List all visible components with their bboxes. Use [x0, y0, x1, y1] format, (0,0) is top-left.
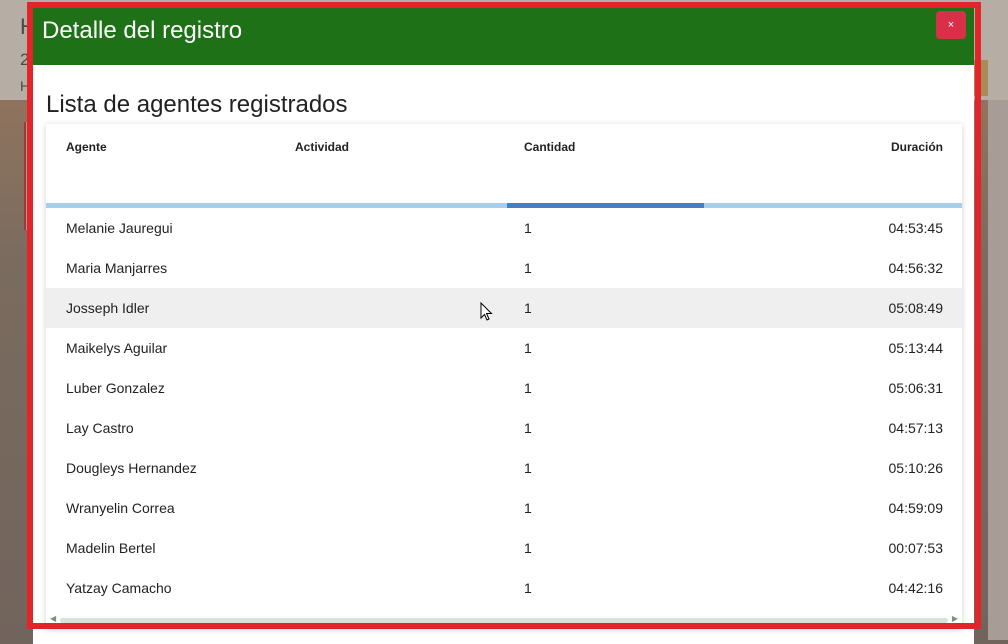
cell-duracion: 04:53:45	[888, 220, 944, 236]
cell-cantidad: 1	[524, 420, 532, 436]
table-row[interactable]: Lay Castro 1 04:57:13	[46, 408, 962, 448]
mouse-cursor-icon	[480, 302, 493, 321]
table-body: Melanie Jauregui 1 04:53:45 Maria Manjar…	[46, 208, 962, 608]
cell-cantidad: 1	[524, 260, 532, 276]
modal-header: Detalle del registro ×	[33, 7, 974, 65]
table-row[interactable]: Luber Gonzalez 1 05:06:31	[46, 368, 962, 408]
cell-duracion: 04:57:13	[888, 420, 944, 436]
modal-title: Detalle del registro	[42, 17, 243, 44]
cell-agente: Maikelys Aguilar	[66, 340, 168, 356]
table-row[interactable]: Yatzay Camacho 1 04:42:16	[46, 568, 962, 608]
cell-cantidad: 1	[524, 300, 532, 316]
table-row[interactable]: Maikelys Aguilar 1 05:13:44	[46, 328, 962, 368]
cell-agente: Madelin Bertel	[66, 540, 156, 556]
cell-cantidad: 1	[524, 580, 532, 596]
cell-duracion: 04:59:09	[888, 500, 944, 516]
agents-table: Agente Actividad Cantidad Duración Melan…	[46, 124, 962, 629]
cell-duracion: 05:13:44	[888, 340, 944, 356]
detail-modal: Detalle del registro × Lista de agentes …	[33, 7, 974, 644]
table-row[interactable]: Maria Manjarres 1 04:56:32	[46, 248, 962, 288]
background-panel	[988, 100, 1008, 640]
cell-cantidad: 1	[524, 340, 532, 356]
cell-cantidad: 1	[524, 380, 532, 396]
cell-agente: Maria Manjarres	[66, 260, 168, 276]
table-row[interactable]: Melanie Jauregui 1 04:53:45	[46, 208, 962, 248]
cell-cantidad: 1	[524, 460, 532, 476]
table-header: Agente Actividad Cantidad Duración	[46, 124, 962, 204]
scroll-right-arrow-icon[interactable]: ▶	[952, 614, 958, 623]
cell-duracion: 00:07:53	[888, 540, 944, 556]
cell-duracion: 05:06:31	[888, 380, 944, 396]
cell-cantidad: 1	[524, 500, 532, 516]
column-header-duracion[interactable]: Duración	[891, 140, 943, 154]
list-title: Lista de agentes registrados	[46, 91, 348, 118]
cell-duracion: 04:42:16	[888, 580, 944, 596]
close-button[interactable]: ×	[936, 11, 966, 39]
table-row[interactable]: Madelin Bertel 1 00:07:53	[46, 528, 962, 568]
column-header-agente[interactable]: Agente	[66, 140, 107, 154]
cell-cantidad: 1	[524, 220, 532, 236]
cell-agente: Dougleys Hernandez	[66, 460, 197, 476]
cell-agente: Lay Castro	[66, 420, 134, 436]
cell-agente: Yatzay Camacho	[66, 580, 172, 596]
cell-duracion: 05:10:26	[888, 460, 944, 476]
horizontal-scrollbar[interactable]	[60, 618, 948, 623]
cell-duracion: 04:56:32	[888, 260, 944, 276]
table-row[interactable]: Dougleys Hernandez 1 05:10:26	[46, 448, 962, 488]
cell-duracion: 05:08:49	[888, 300, 944, 316]
cell-agente: Wranyelin Correa	[66, 500, 175, 516]
cell-agente: Luber Gonzalez	[66, 380, 165, 396]
table-row[interactable]: Wranyelin Correa 1 04:59:09	[46, 488, 962, 528]
table-row[interactable]: Josseph Idler 1 05:08:49	[46, 288, 962, 328]
cell-cantidad: 1	[524, 540, 532, 556]
modal-body: Lista de agentes registrados Agente Acti…	[33, 91, 974, 629]
cell-agente: Melanie Jauregui	[66, 220, 173, 236]
cell-agente: Josseph Idler	[66, 300, 150, 316]
column-header-actividad[interactable]: Actividad	[295, 140, 349, 154]
column-header-cantidad[interactable]: Cantidad	[524, 140, 575, 154]
scroll-left-arrow-icon[interactable]: ◀	[50, 614, 56, 623]
